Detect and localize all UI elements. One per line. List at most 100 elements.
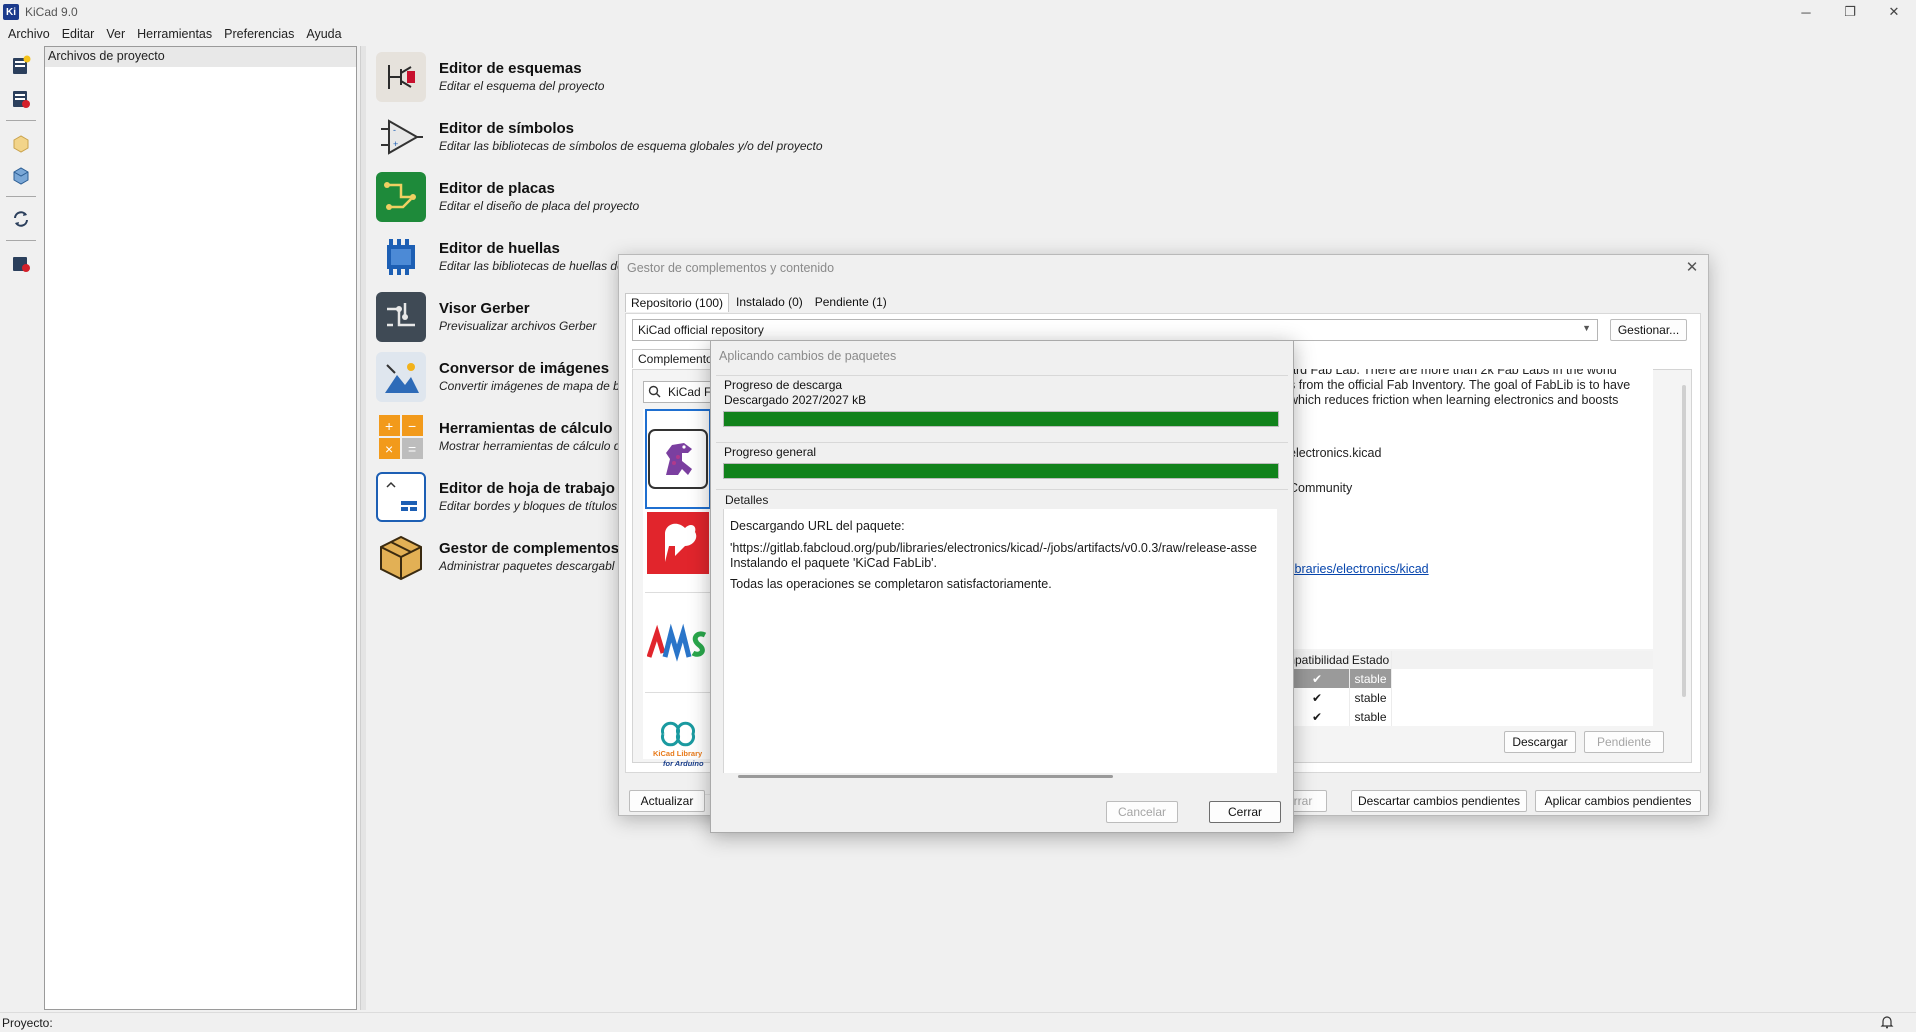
repository-select[interactable]: KiCad official repository ▼: [632, 319, 1598, 341]
download-progress-label: Progreso de descarga: [724, 378, 843, 392]
schematic-editor-icon: [376, 52, 426, 102]
notification-bell-icon[interactable]: [1880, 1015, 1894, 1032]
kicad-logo-icon: Ki: [3, 4, 19, 20]
pcm-tab-bar: Repositorio (100) Instalado (0) Pendient…: [625, 293, 894, 312]
archive-icon[interactable]: [8, 130, 34, 156]
download-progress-bar: [723, 411, 1279, 427]
compat-check-icon: ✔: [1285, 688, 1350, 707]
launcher-desc: Mostrar herramientas de cálculo d: [439, 439, 621, 453]
launcher-title: Editor de placas: [439, 180, 555, 197]
close-project-icon[interactable]: [8, 250, 34, 276]
left-toolbar: [0, 46, 40, 1006]
description-line: s from the official Fab Inventory. The g…: [1289, 378, 1631, 392]
log-line: Instalando el paquete 'KiCad FabLib'.: [730, 556, 938, 570]
minimize-button[interactable]: ─: [1784, 0, 1828, 24]
dialog-title: Aplicando cambios de paquetes: [719, 349, 897, 363]
close-window-button[interactable]: ✕: [1872, 0, 1916, 24]
overall-progress-group: Progreso general: [716, 442, 1288, 480]
svg-text:−: −: [408, 418, 416, 434]
details-horizontal-scrollbar[interactable]: [738, 775, 1113, 778]
svg-text:+: +: [393, 139, 398, 149]
new-project-icon[interactable]: [8, 52, 34, 78]
launcher-pcb-editor[interactable]: Editor de placas Editar el diseño de pla…: [376, 172, 1076, 222]
search-icon: [648, 385, 661, 401]
launcher-desc: Editar el diseño de placa del proyecto: [439, 199, 640, 213]
launcher-title: Editor de huellas: [439, 240, 560, 257]
menu-ayuda[interactable]: Ayuda: [300, 27, 347, 41]
tab-addons[interactable]: Complemento: [632, 349, 719, 368]
launcher-desc: Editar las bibliotecas de huellas de: [439, 259, 624, 273]
version-row[interactable]: ✔ stable: [1285, 669, 1653, 688]
kicad-arduino-library-icon: KiCad Libraryfor Arduino: [653, 721, 704, 768]
discard-pending-button[interactable]: Descartar cambios pendientes: [1351, 790, 1527, 812]
svg-text:for Arduino: for Arduino: [663, 759, 704, 768]
svg-text:-: -: [393, 125, 396, 135]
package-item-arduino[interactable]: KiCad Library for Arduino: [645, 695, 711, 795]
compat-check-icon: ✔: [1285, 669, 1350, 688]
package-url-link[interactable]: libraries/electronics/kicad: [1289, 562, 1653, 577]
svg-text:+: +: [385, 418, 393, 434]
calculator-icon: + − × =: [376, 412, 426, 462]
tab-installed[interactable]: Instalado (0): [731, 293, 808, 312]
restore-button[interactable]: ❐: [1828, 0, 1872, 24]
window-title: KiCad 9.0: [25, 5, 78, 19]
package-item-sparkfun[interactable]: [645, 493, 711, 593]
column-compat: mpatibilidad: [1284, 651, 1350, 669]
menu-preferencias[interactable]: Preferencias: [218, 27, 300, 41]
download-progress-group: Progreso de descarga Descargado 2027/202…: [716, 375, 1288, 427]
launcher-title: Editor de símbolos: [439, 120, 575, 137]
update-button[interactable]: Actualizar: [629, 790, 705, 812]
main-scrollbar[interactable]: [1906, 44, 1916, 1004]
menu-editar[interactable]: Editar: [56, 27, 101, 41]
details-log[interactable]: Descargando URL del paquete: 'https://gi…: [723, 509, 1277, 773]
toolbar-separator: [6, 240, 36, 241]
apply-pending-button[interactable]: Aplicar cambios pendientes: [1535, 790, 1701, 812]
svg-text:KiCad Library: KiCad Library: [653, 749, 703, 758]
pending-button[interactable]: Pendiente: [1584, 731, 1664, 753]
search-value: KiCad F: [668, 385, 712, 399]
manage-repositories-button[interactable]: Gestionar...: [1610, 319, 1687, 341]
download-status-text: Descargado 2027/2027 kB: [724, 393, 867, 407]
open-project-icon[interactable]: [8, 86, 34, 112]
menu-archivo[interactable]: Archivo: [2, 27, 56, 41]
project-files-header: Archivos de proyecto: [45, 47, 356, 67]
launcher-desc: Editar el esquema del proyecto: [439, 79, 605, 93]
chevron-down-icon: ▼: [1582, 323, 1591, 333]
tab-repository[interactable]: Repositorio (100): [625, 293, 730, 312]
plugin-manager-icon: [376, 532, 426, 582]
close-dialog-icon[interactable]: ✕: [1682, 258, 1702, 278]
cancel-button[interactable]: Cancelar: [1106, 801, 1178, 823]
package-search-input[interactable]: KiCad F: [643, 381, 713, 403]
project-files-panel[interactable]: Archivos de proyecto: [44, 46, 357, 1010]
close-button[interactable]: Cerrar: [1209, 801, 1281, 823]
menu-ver[interactable]: Ver: [100, 27, 131, 41]
unarchive-icon[interactable]: [8, 162, 34, 188]
version-row[interactable]: ✔ stable: [1285, 688, 1653, 707]
launcher-title: Editor de hoja de trabajo: [439, 480, 615, 497]
log-line: Descargando URL del paquete:: [730, 519, 905, 533]
launcher-desc: Convertir imágenes de mapa de b: [439, 379, 620, 393]
overall-progress-bar: [723, 463, 1279, 479]
details-label: Detalles: [725, 493, 769, 507]
refresh-icon[interactable]: [8, 206, 34, 232]
menu-herramientas[interactable]: Herramientas: [131, 27, 218, 41]
tab-pending[interactable]: Pendiente (1): [810, 293, 892, 312]
gerber-viewer-icon: [376, 292, 426, 342]
column-state: Estado: [1350, 651, 1392, 669]
package-item-ams[interactable]: [645, 593, 711, 693]
launcher-symbol-editor[interactable]: - + Editor de símbolos Editar las bibliot…: [376, 112, 1076, 162]
launcher-title: Gestor de complementos: [439, 540, 620, 557]
description-line: Community: [1289, 481, 1353, 495]
svg-text:=: =: [408, 441, 416, 457]
launcher-desc: Administrar paquetes descargabl: [439, 559, 615, 573]
launcher-desc: Previsualizar archivos Gerber: [439, 319, 597, 333]
download-button[interactable]: Descargar: [1504, 731, 1576, 753]
launcher-schematic-editor[interactable]: Editor de esquemas Editar el esquema del…: [376, 52, 1076, 102]
launcher-title: Herramientas de cálculo: [439, 420, 613, 437]
overall-progress-fill: [724, 464, 1278, 478]
toolbar-separator: [6, 120, 36, 121]
fablib-dino-icon: [648, 429, 708, 489]
version-row[interactable]: ✔ stable: [1285, 707, 1653, 726]
details-scrollbar[interactable]: [1682, 385, 1686, 697]
launcher-desc: Editar bordes y bloques de títulos: [439, 499, 618, 513]
